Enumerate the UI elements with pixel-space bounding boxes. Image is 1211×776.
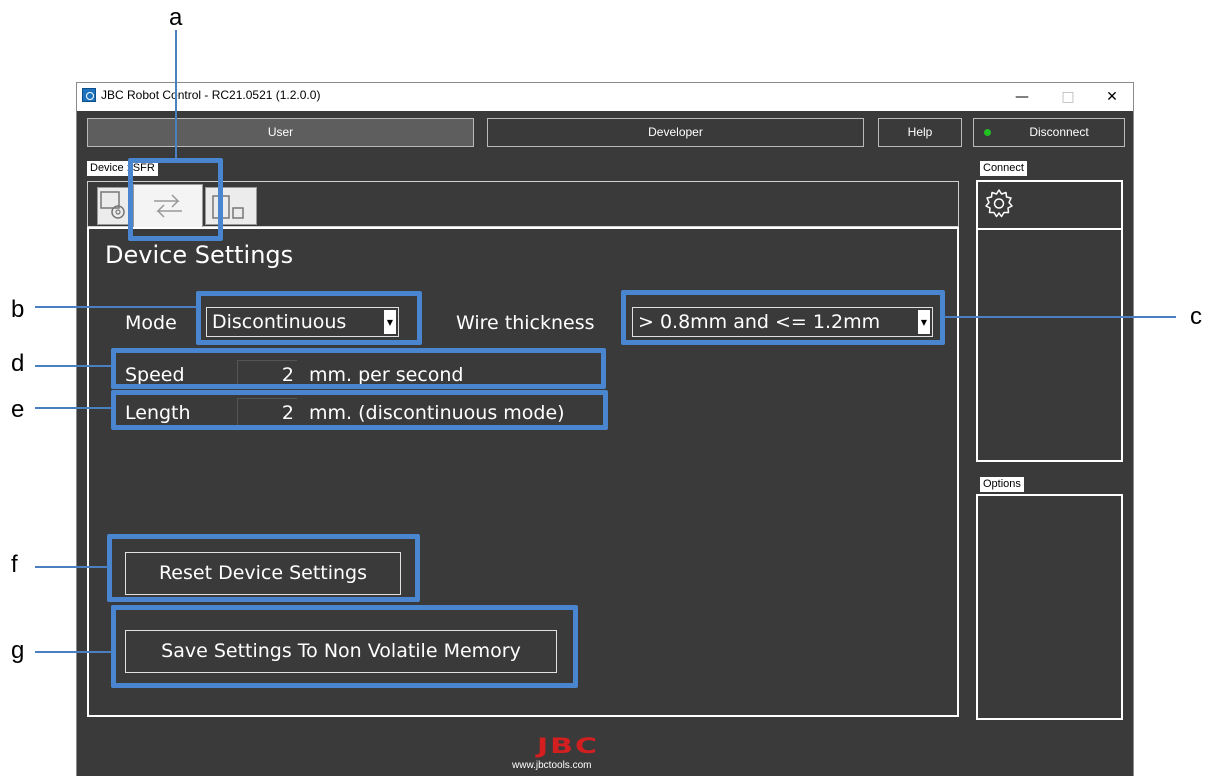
- options-group-label: Options: [980, 477, 1024, 492]
- help-button[interactable]: Help: [878, 118, 962, 147]
- maximize-button[interactable]: □: [1045, 83, 1091, 111]
- callout-line-e: [35, 407, 112, 409]
- options-panel: [976, 494, 1123, 720]
- tab-developer[interactable]: Developer: [487, 118, 864, 147]
- callout-c: c: [1190, 303, 1202, 330]
- settings-gear-button[interactable]: [983, 187, 1015, 219]
- callout-line-g: [35, 651, 112, 653]
- callout-line-c: [944, 316, 1176, 318]
- connect-divider: [978, 228, 1121, 230]
- callout-d: d: [11, 350, 25, 377]
- highlight-d: [111, 348, 606, 389]
- monitor-gear-icon: [100, 191, 125, 219]
- callout-f: f: [11, 551, 18, 578]
- callout-b: b: [11, 296, 25, 323]
- highlight-g: [111, 605, 578, 688]
- title-bar: JBC Robot Control - RC21.0521 (1.2.0.0) …: [77, 83, 1133, 111]
- connect-panel: [976, 180, 1123, 462]
- callout-line-f: [35, 566, 108, 568]
- highlight-e: [111, 390, 608, 430]
- tab-user[interactable]: User: [87, 118, 474, 147]
- window-title: JBC Robot Control - RC21.0521 (1.2.0.0): [101, 88, 321, 102]
- status-led-icon: [984, 129, 991, 136]
- app-icon: [82, 88, 96, 102]
- minimize-button[interactable]: —: [999, 83, 1045, 111]
- highlight-c: [621, 290, 945, 345]
- callout-line-a: [175, 30, 177, 158]
- disconnect-button[interactable]: Disconnect: [973, 118, 1125, 147]
- callout-e: e: [11, 396, 25, 423]
- callout-line-b: [35, 306, 197, 308]
- highlight-a: [128, 158, 223, 241]
- mode-label: Mode: [125, 312, 177, 334]
- device-tab-config[interactable]: [97, 187, 131, 225]
- close-button[interactable]: ✕: [1089, 83, 1135, 111]
- callout-line-d: [35, 365, 112, 367]
- page-title: Device Settings: [105, 241, 294, 269]
- gear-icon: [985, 189, 1013, 218]
- website-url: www.jbctools.com: [512, 760, 592, 771]
- callout-a: a: [169, 4, 183, 31]
- highlight-f: [107, 534, 420, 602]
- jbc-logo: JBC: [536, 734, 600, 759]
- disconnect-label: Disconnect: [1029, 125, 1089, 139]
- connect-group-label: Connect: [980, 161, 1027, 176]
- callout-g: g: [11, 637, 25, 664]
- wire-thickness-label: Wire thickness: [456, 312, 595, 334]
- highlight-b: [196, 291, 422, 345]
